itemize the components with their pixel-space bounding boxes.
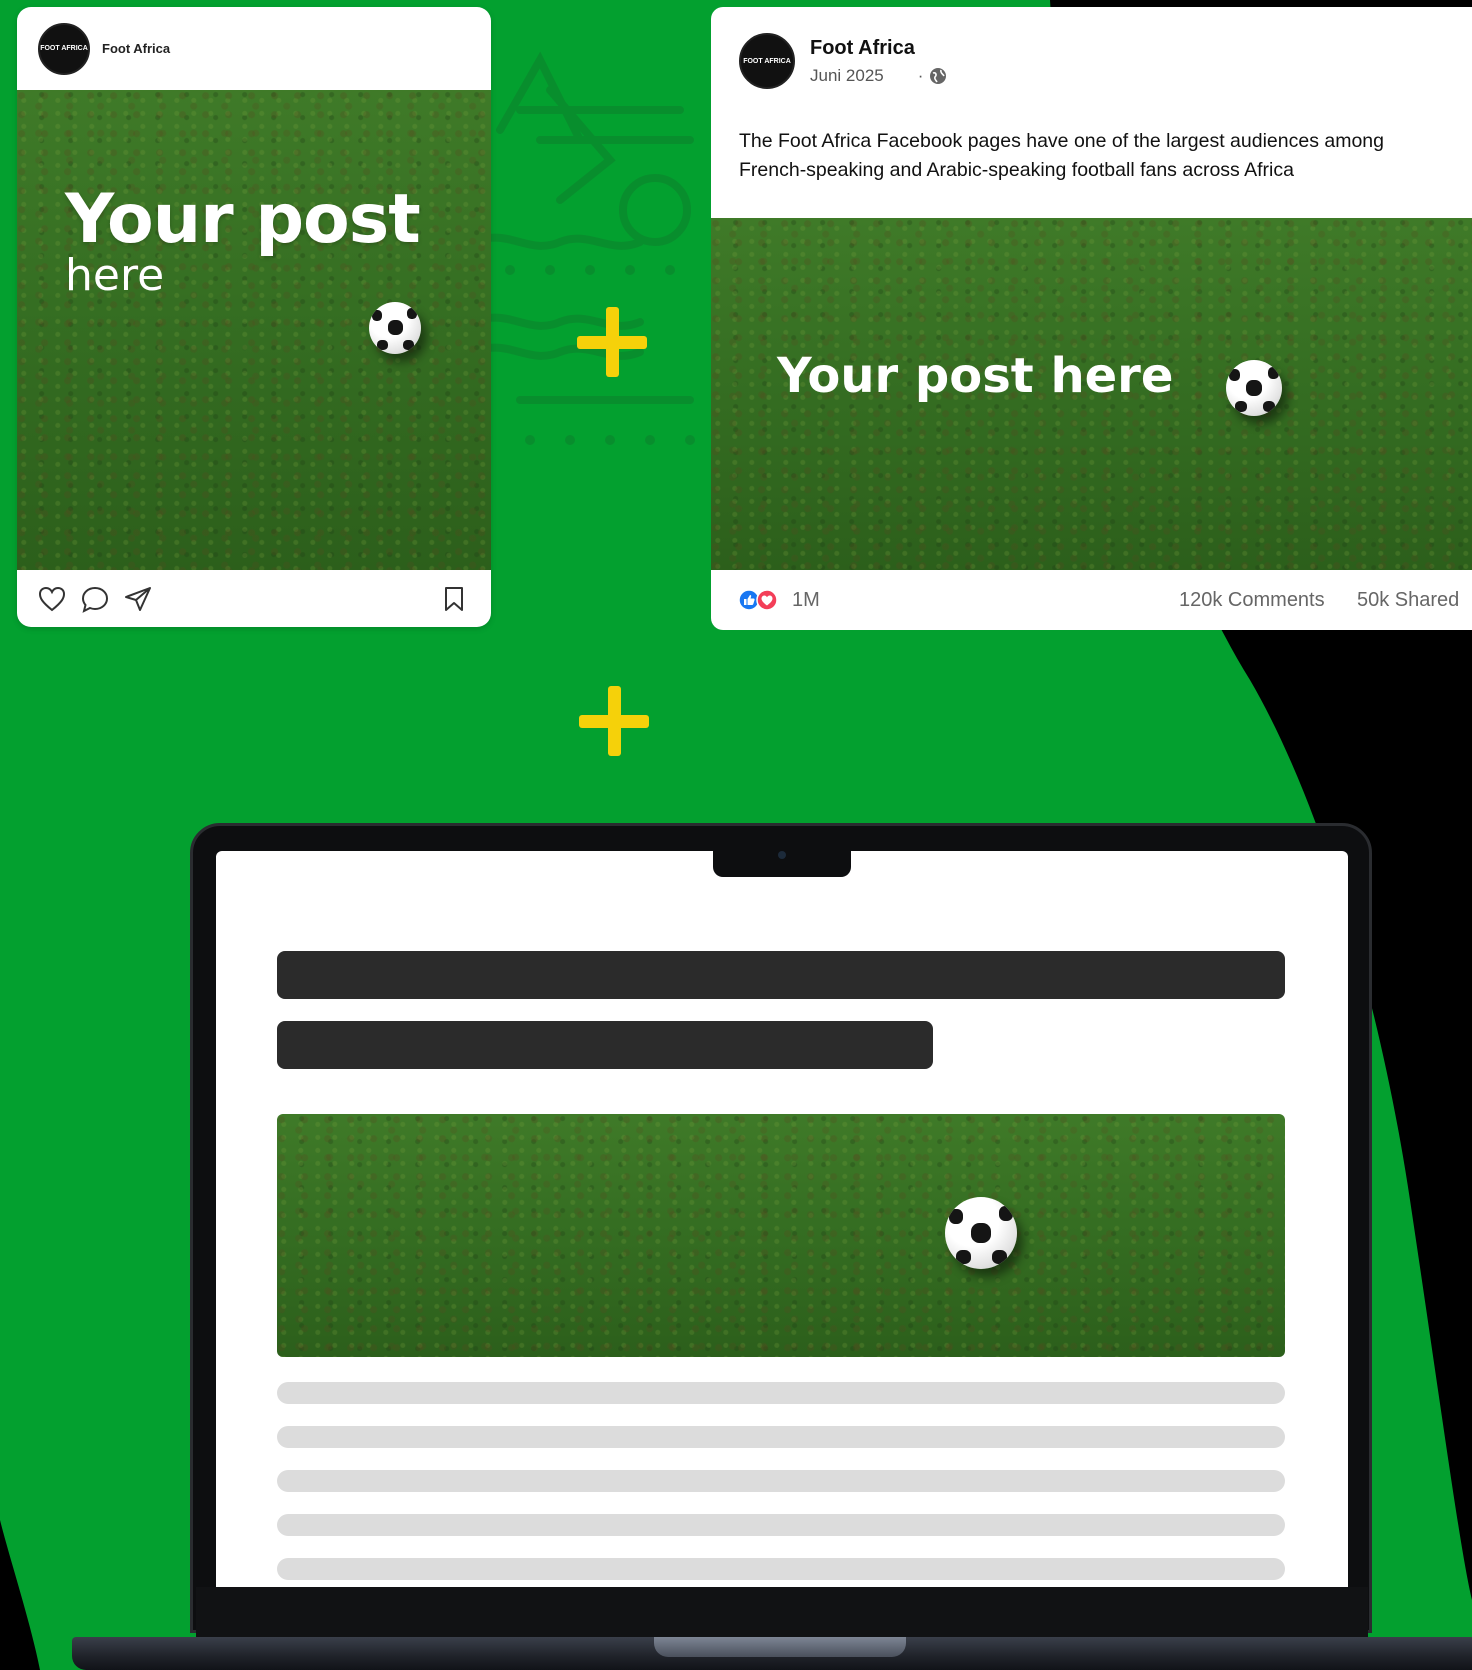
instagram-post-header: FOOT AFRICA Foot Africa <box>17 7 491 90</box>
bookmark-icon[interactable] <box>443 586 465 612</box>
plus-icon <box>579 686 649 756</box>
laptop-bezel-bottom <box>196 1587 1368 1637</box>
webcam <box>778 851 786 859</box>
article-text-placeholder <box>277 1558 1285 1580</box>
comment-icon[interactable] <box>81 586 109 613</box>
instagram-post-image[interactable]: Your post here <box>17 90 491 570</box>
heart-icon[interactable] <box>38 586 66 612</box>
article-title-placeholder <box>277 951 1285 999</box>
facebook-post-meta: Juni 2025 · <box>810 66 947 86</box>
plus-icon <box>577 307 647 377</box>
article-text-placeholder <box>277 1382 1285 1404</box>
facebook-engagement-bar: 1M 120k Comments 50k Shared <box>711 570 1472 630</box>
instagram-account-name[interactable]: Foot Africa <box>102 41 170 56</box>
article-image[interactable] <box>277 1114 1285 1357</box>
love-icon[interactable] <box>756 589 778 611</box>
avatar-logo-text: FOOT AFRICA <box>743 57 791 65</box>
laptop-screen <box>216 851 1348 1587</box>
instagram-post-subtitle: here <box>65 250 165 301</box>
share-icon[interactable] <box>124 586 152 612</box>
reaction-count[interactable]: 1M <box>792 589 820 612</box>
facebook-page-name[interactable]: Foot Africa <box>810 37 947 60</box>
instagram-post-card: FOOT AFRICA Foot Africa Your post here <box>17 7 491 627</box>
facebook-post-image[interactable]: Your post here <box>711 218 1472 570</box>
article-text-placeholder <box>277 1514 1285 1536</box>
soccer-ball-image <box>1226 360 1282 416</box>
post-date[interactable]: Juni 2025 <box>810 66 884 86</box>
foot-africa-avatar[interactable]: FOOT AFRICA <box>739 33 795 89</box>
article-text-placeholder <box>277 1470 1285 1492</box>
soccer-ball-image <box>945 1197 1017 1269</box>
instagram-post-title: Your post <box>65 180 421 259</box>
decorative-pattern <box>480 51 695 445</box>
share-count[interactable]: 50k Shared <box>1357 589 1459 612</box>
laptop-opening-notch <box>654 1637 906 1657</box>
article-title-placeholder <box>277 1021 933 1069</box>
globe-icon <box>930 67 947 84</box>
foot-africa-avatar[interactable]: FOOT AFRICA <box>38 22 90 75</box>
facebook-post-text: The Foot Africa Facebook pages have one … <box>739 130 1384 181</box>
separator-dot: · <box>917 65 924 85</box>
article-text-placeholder <box>277 1426 1285 1448</box>
facebook-post-header: FOOT AFRICA Foot Africa Juni 2025 · <box>739 33 947 89</box>
comment-count[interactable]: 120k Comments <box>1179 589 1325 612</box>
facebook-post-card: FOOT AFRICA Foot Africa Juni 2025 · The … <box>711 7 1472 630</box>
facebook-post-title: Your post here <box>777 348 1174 404</box>
instagram-action-bar <box>17 570 491 627</box>
soccer-ball-image <box>369 302 421 354</box>
avatar-logo-text: FOOT AFRICA <box>40 45 88 52</box>
